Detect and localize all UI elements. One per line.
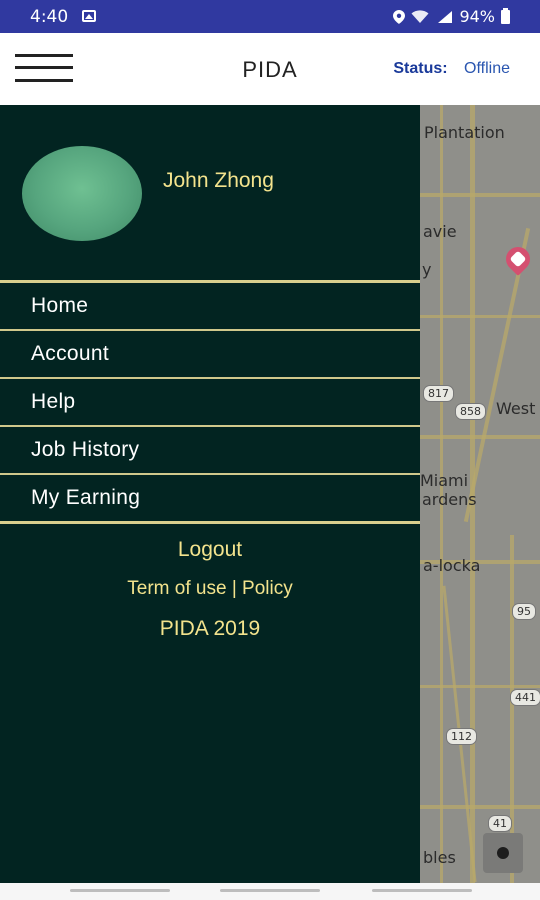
connection-status: Status: Offline	[393, 60, 510, 78]
drawer-menu: Home Account Help Job History My Earning	[0, 280, 420, 524]
status-time: 4:40	[30, 7, 69, 27]
signal-icon	[438, 10, 453, 23]
menu-item-my-earning[interactable]: My Earning	[0, 475, 420, 521]
nav-back-handle[interactable]	[372, 889, 472, 892]
battery-percent: 94%	[459, 7, 495, 26]
status-bar: 4:40 94%	[0, 0, 540, 33]
route-shield: 112	[446, 728, 477, 745]
image-icon	[82, 10, 96, 22]
menu-item-help[interactable]: Help	[0, 379, 420, 425]
system-nav-bar	[0, 883, 540, 900]
status-label: Status:	[393, 60, 448, 77]
app-bar: PIDA Status: Offline	[0, 33, 540, 105]
route-shield: 817	[423, 385, 454, 402]
map-label: Plantation	[424, 123, 505, 142]
nav-home-handle[interactable]	[220, 889, 320, 892]
hamburger-icon[interactable]	[15, 52, 73, 84]
menu-item-home[interactable]: Home	[0, 283, 420, 329]
status-value[interactable]: Offline	[464, 60, 510, 77]
route-shield: 858	[455, 403, 486, 420]
navigation-drawer: John Zhong Home Account Help Job History…	[0, 105, 420, 883]
nav-recents-handle[interactable]	[70, 889, 170, 892]
location-icon	[393, 9, 406, 24]
menu-item-job-history[interactable]: Job History	[0, 427, 420, 473]
menu-divider	[0, 521, 420, 524]
my-location-button[interactable]	[483, 833, 523, 873]
menu-item-account[interactable]: Account	[0, 331, 420, 377]
map-label: bles	[423, 848, 456, 867]
copyright-text: PIDA 2019	[159, 617, 261, 640]
wifi-icon	[411, 9, 429, 23]
route-shield: 41	[488, 815, 512, 832]
map-pin-icon[interactable]	[501, 242, 535, 276]
map-label: ardens	[422, 490, 477, 509]
user-name: John Zhong	[163, 169, 274, 192]
route-shield: 95	[512, 603, 536, 620]
map-label: y	[422, 260, 432, 279]
map-label: avie	[423, 222, 457, 241]
legal-links: Term of use | Policy	[0, 578, 420, 600]
terms-link[interactable]: Term of use	[127, 578, 226, 599]
status-icons: 94%	[393, 7, 510, 26]
route-shield: 441	[510, 689, 540, 706]
logout-button[interactable]: Logout	[0, 538, 420, 562]
map-label: West	[496, 399, 536, 418]
map-label: a-locka	[423, 556, 481, 575]
policy-link[interactable]: Policy	[242, 578, 293, 599]
map-label: Miami	[420, 471, 469, 490]
avatar[interactable]	[22, 146, 142, 241]
link-separator: |	[231, 578, 237, 599]
battery-icon	[501, 7, 510, 24]
